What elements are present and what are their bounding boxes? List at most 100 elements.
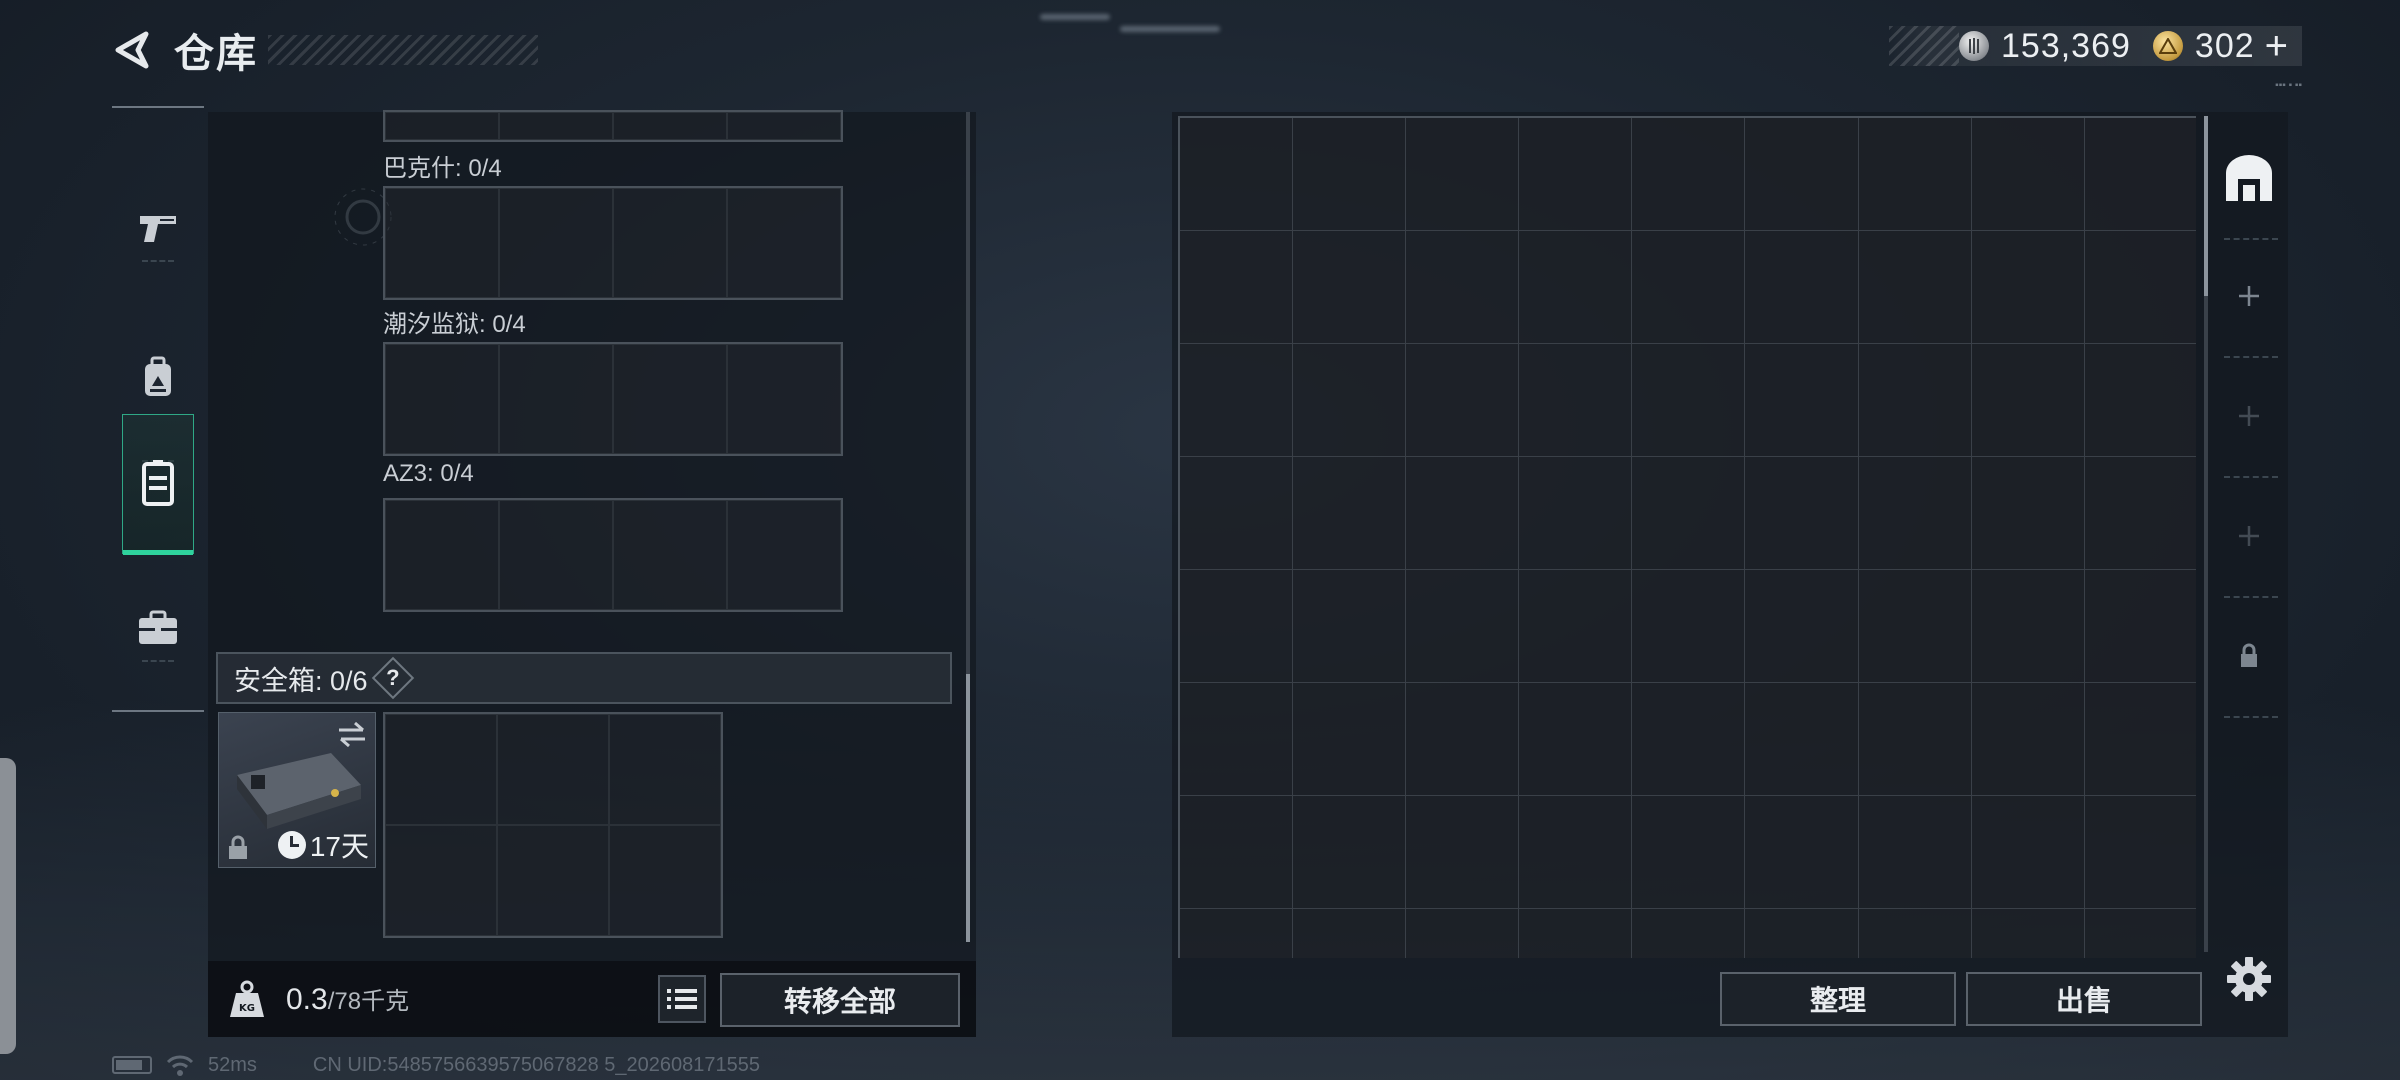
stash-slot[interactable] bbox=[1632, 457, 1746, 570]
stash-slot[interactable] bbox=[1745, 683, 1859, 796]
stash-slot[interactable] bbox=[1971, 118, 2085, 231]
stash-slot[interactable] bbox=[1858, 683, 1972, 796]
stash-slot[interactable] bbox=[1180, 909, 1294, 958]
stash-slot[interactable] bbox=[1406, 231, 1520, 344]
grid-slot[interactable] bbox=[499, 344, 613, 454]
grid-slot[interactable] bbox=[385, 825, 497, 936]
stash-slot[interactable] bbox=[1293, 683, 1407, 796]
safe-box-item[interactable]: 17天 bbox=[218, 712, 376, 868]
stash-slot[interactable] bbox=[1519, 457, 1633, 570]
nav-item-weapons[interactable] bbox=[122, 158, 194, 298]
stash-slot[interactable] bbox=[2084, 231, 2196, 344]
stash-slot[interactable] bbox=[1293, 118, 1407, 231]
stash-slot[interactable] bbox=[1971, 683, 2085, 796]
stash-slot[interactable] bbox=[1971, 231, 2085, 344]
stash-tab-locked[interactable] bbox=[2218, 606, 2280, 706]
stash-slot[interactable] bbox=[1519, 118, 1633, 231]
stash-scrollbar[interactable] bbox=[2204, 116, 2208, 952]
stash-slot[interactable] bbox=[1971, 909, 2085, 958]
stash-tab-add[interactable] bbox=[2218, 246, 2280, 346]
stash-slot[interactable] bbox=[1858, 457, 1972, 570]
stash-slot[interactable] bbox=[1745, 796, 1859, 909]
stash-slot[interactable] bbox=[1632, 683, 1746, 796]
grid-slot[interactable] bbox=[609, 825, 721, 936]
stash-slot[interactable] bbox=[1858, 570, 1972, 683]
stash-slot[interactable] bbox=[1293, 909, 1407, 958]
grid-slot[interactable] bbox=[499, 188, 613, 298]
stash-slot[interactable] bbox=[1632, 231, 1746, 344]
stash-slot[interactable] bbox=[1519, 909, 1633, 958]
stash-slot[interactable] bbox=[1293, 570, 1407, 683]
stash-slot[interactable] bbox=[1406, 796, 1520, 909]
stash-slot[interactable] bbox=[1858, 796, 1972, 909]
stash-slot[interactable] bbox=[2084, 344, 2196, 457]
stash-slot[interactable] bbox=[1745, 231, 1859, 344]
stash-slot[interactable] bbox=[1632, 909, 1746, 958]
stash-slot[interactable] bbox=[1293, 344, 1407, 457]
container-grid-az3[interactable] bbox=[383, 498, 843, 612]
grid-slot[interactable] bbox=[497, 714, 609, 825]
stash-slot[interactable] bbox=[1632, 118, 1746, 231]
stash-tab-add-disabled[interactable] bbox=[2218, 486, 2280, 586]
grid-slot[interactable] bbox=[499, 500, 613, 610]
transfer-all-button[interactable]: 转移全部 bbox=[720, 973, 960, 1027]
container-grid-tidal-prison[interactable] bbox=[383, 342, 843, 456]
stash-slot[interactable] bbox=[1293, 457, 1407, 570]
back-button[interactable] bbox=[110, 28, 154, 72]
stash-slot[interactable] bbox=[1180, 344, 1294, 457]
stash-slot[interactable] bbox=[1971, 570, 2085, 683]
grid-slot[interactable] bbox=[727, 344, 841, 454]
grid-slot[interactable] bbox=[727, 188, 841, 298]
stash-slot[interactable] bbox=[1745, 344, 1859, 457]
settings-button[interactable] bbox=[2222, 952, 2276, 1006]
grid-slot[interactable] bbox=[613, 344, 727, 454]
equipment-scrollbar[interactable] bbox=[966, 112, 970, 942]
stash-slot[interactable] bbox=[1971, 344, 2085, 457]
add-currency-button[interactable]: + bbox=[2265, 26, 2288, 66]
stash-slot[interactable] bbox=[1745, 118, 1859, 231]
scrollbar-thumb[interactable] bbox=[966, 674, 970, 942]
stash-slot[interactable] bbox=[1293, 231, 1407, 344]
grid-slot[interactable] bbox=[385, 714, 497, 825]
stash-slot[interactable] bbox=[2084, 457, 2196, 570]
stash-slot[interactable] bbox=[1519, 570, 1633, 683]
list-view-button[interactable] bbox=[658, 975, 706, 1023]
stash-slot[interactable] bbox=[1519, 796, 1633, 909]
stash-grid[interactable] bbox=[1178, 116, 2196, 958]
stash-slot[interactable] bbox=[2084, 796, 2196, 909]
help-icon[interactable]: ? bbox=[371, 656, 414, 700]
stash-slot[interactable] bbox=[1406, 683, 1520, 796]
stash-slot[interactable] bbox=[1180, 683, 1294, 796]
grid-slot[interactable] bbox=[385, 344, 499, 454]
stash-slot[interactable] bbox=[1745, 570, 1859, 683]
stash-slot[interactable] bbox=[1858, 118, 1972, 231]
stash-slot[interactable] bbox=[1632, 796, 1746, 909]
container-grid-bakshi[interactable] bbox=[383, 186, 843, 300]
stash-slot[interactable] bbox=[1180, 570, 1294, 683]
swap-icon[interactable] bbox=[337, 721, 367, 747]
stash-slot[interactable] bbox=[1180, 457, 1294, 570]
edge-swipe-handle[interactable] bbox=[0, 758, 16, 1054]
grid-slot[interactable] bbox=[727, 500, 841, 610]
top-partial-grid[interactable] bbox=[383, 110, 843, 142]
stash-slot[interactable] bbox=[1406, 457, 1520, 570]
stash-slot[interactable] bbox=[1519, 231, 1633, 344]
stash-slot[interactable] bbox=[1745, 457, 1859, 570]
stash-slot[interactable] bbox=[1632, 344, 1746, 457]
stash-tab-main[interactable] bbox=[2218, 128, 2280, 228]
stash-slot[interactable] bbox=[2084, 570, 2196, 683]
grid-slot[interactable] bbox=[613, 500, 727, 610]
stash-slot[interactable] bbox=[1406, 344, 1520, 457]
stash-slot[interactable] bbox=[1293, 796, 1407, 909]
sell-button[interactable]: 出售 bbox=[1966, 972, 2202, 1026]
stash-slot[interactable] bbox=[1971, 457, 2085, 570]
stash-slot[interactable] bbox=[1406, 909, 1520, 958]
stash-slot[interactable] bbox=[1406, 118, 1520, 231]
stash-slot[interactable] bbox=[1971, 796, 2085, 909]
grid-slot[interactable] bbox=[497, 825, 609, 936]
grid-slot[interactable] bbox=[609, 714, 721, 825]
stash-slot[interactable] bbox=[2084, 683, 2196, 796]
sort-button[interactable]: 整理 bbox=[1720, 972, 1956, 1026]
stash-slot[interactable] bbox=[1519, 344, 1633, 457]
nav-item-vest[interactable] bbox=[122, 414, 194, 555]
